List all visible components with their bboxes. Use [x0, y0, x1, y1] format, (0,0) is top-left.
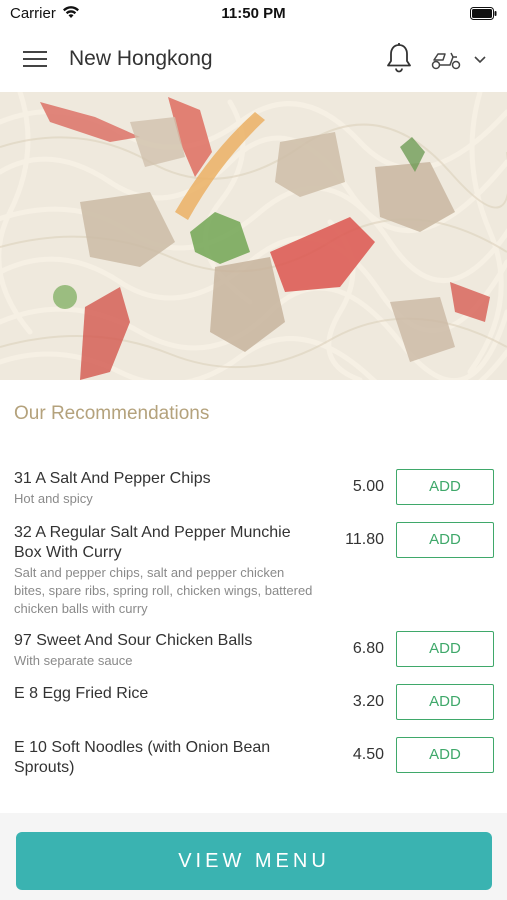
item-name: 32 A Regular Salt And Pepper Munchie Box… — [14, 524, 291, 561]
list-item: 31 A Salt And Pepper Chips Hot and spicy… — [0, 469, 507, 509]
section-title-recommendations: Our Recommendations — [14, 403, 210, 424]
item-description: With separate sauce — [14, 653, 133, 668]
app-header: New Hongkong — [0, 28, 507, 92]
hero-food-image — [0, 92, 507, 380]
scooter-icon[interactable] — [430, 48, 462, 70]
menu-icon[interactable] — [22, 48, 48, 70]
view-menu-button[interactable]: VIEW MENU — [16, 832, 492, 890]
item-price: 4.50 — [352, 746, 384, 763]
item-price: 6.80 — [352, 640, 384, 657]
list-item: E 10 Soft Noodles (with Onion Bean Sprou… — [0, 737, 507, 781]
item-name: 31 A Salt And Pepper Chips — [14, 470, 211, 487]
item-name: E 10 Soft Noodles (with Onion Bean Sprou… — [14, 739, 271, 776]
list-item: 32 A Regular Salt And Pepper Munchie Box… — [0, 522, 507, 616]
item-description: Hot and spicy — [14, 491, 93, 506]
add-button[interactable]: ADD — [396, 684, 494, 720]
item-price: 11.80 — [345, 531, 384, 548]
item-name: 97 Sweet And Sour Chicken Balls — [14, 632, 253, 649]
list-item: 97 Sweet And Sour Chicken Balls With sep… — [0, 631, 507, 671]
bell-icon[interactable] — [385, 42, 413, 74]
bottom-bar: VIEW MENU — [0, 813, 507, 900]
status-bar: Carrier 11:50 PM — [0, 0, 507, 28]
add-button[interactable]: ADD — [396, 631, 494, 667]
item-price: 5.00 — [352, 478, 384, 495]
item-price: 3.20 — [352, 693, 384, 710]
add-button[interactable]: ADD — [396, 469, 494, 505]
add-button[interactable]: ADD — [396, 522, 494, 558]
page-title: New Hongkong — [69, 47, 213, 70]
chevron-down-icon[interactable] — [473, 53, 487, 65]
add-button[interactable]: ADD — [396, 737, 494, 773]
item-description: Salt and pepper chips, salt and pepper c… — [14, 565, 313, 616]
list-item: E 8 Egg Fried Rice 3.20 ADD — [0, 684, 507, 724]
battery-icon — [470, 7, 497, 20]
item-name: E 8 Egg Fried Rice — [14, 685, 149, 702]
status-time: 11:50 PM — [221, 5, 286, 22]
